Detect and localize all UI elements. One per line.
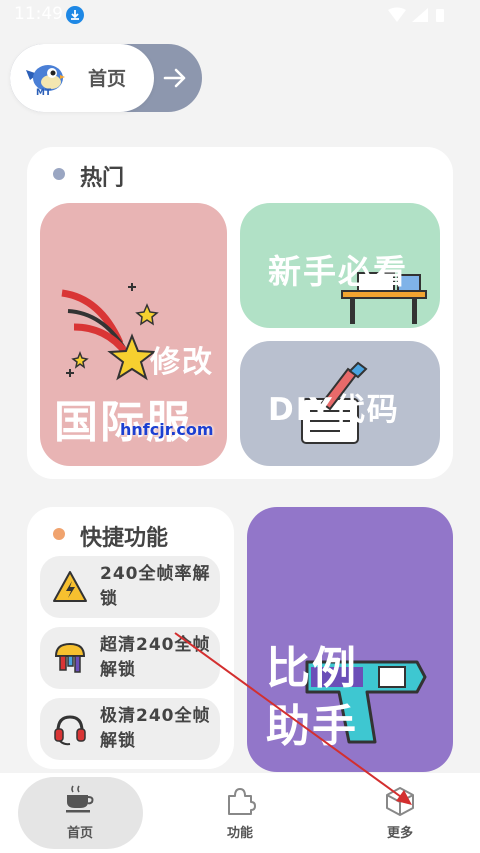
- coffee-cup-icon: [64, 784, 96, 814]
- signal-icon: [412, 8, 428, 22]
- tile-intl-line2: 国际服: [54, 397, 192, 448]
- hot-section-dot: [53, 168, 65, 180]
- status-time: 11:49: [14, 4, 63, 24]
- app-logo: MT: [24, 60, 66, 98]
- watermark-text: hnfcjr.com: [120, 420, 214, 439]
- logo-text: MT: [36, 88, 52, 98]
- wifi-icon: [388, 7, 406, 22]
- quick-item-240-unlock[interactable]: 240全帧率解锁: [40, 556, 220, 618]
- tile-ratio-line2: 助手: [266, 701, 358, 752]
- warning-icon: [52, 569, 88, 605]
- quick-item-extreme-hd[interactable]: 极清240全帧解锁: [40, 698, 220, 760]
- cube-icon: [384, 786, 416, 816]
- quick-section-dot: [53, 528, 65, 540]
- quick-section-title: 快捷功能: [80, 526, 169, 551]
- arrow-right-icon[interactable]: [162, 63, 188, 93]
- puzzle-icon: [225, 786, 257, 816]
- quick-item-label: 极清240全帧解锁: [100, 706, 211, 751]
- battery-icon: [436, 9, 444, 22]
- status-icons: [386, 6, 446, 28]
- home-pill-title: 首页: [88, 68, 127, 90]
- paint-brush-icon: [52, 640, 88, 676]
- tile-ratio-label: 比例 助手: [266, 640, 358, 756]
- headset-icon: [52, 711, 88, 747]
- download-icon: [66, 6, 84, 24]
- tile-ratio-line1: 比例: [266, 643, 358, 694]
- quick-item-label: 超清240全帧解锁: [100, 635, 211, 680]
- quick-item-ultra-hd[interactable]: 超清240全帧解锁: [40, 627, 220, 689]
- nav-label-more: 更多: [386, 826, 413, 841]
- tile-beginner-label: 新手必看: [268, 252, 408, 291]
- tile-diy-label: DIY代码: [268, 392, 400, 428]
- tile-intl-line1: 修改: [150, 345, 214, 380]
- hot-section-title: 热门: [80, 166, 125, 191]
- nav-label-home: 首页: [66, 826, 93, 841]
- quick-item-label: 240全帧率解锁: [100, 564, 211, 609]
- nav-label-functions: 功能: [226, 826, 253, 841]
